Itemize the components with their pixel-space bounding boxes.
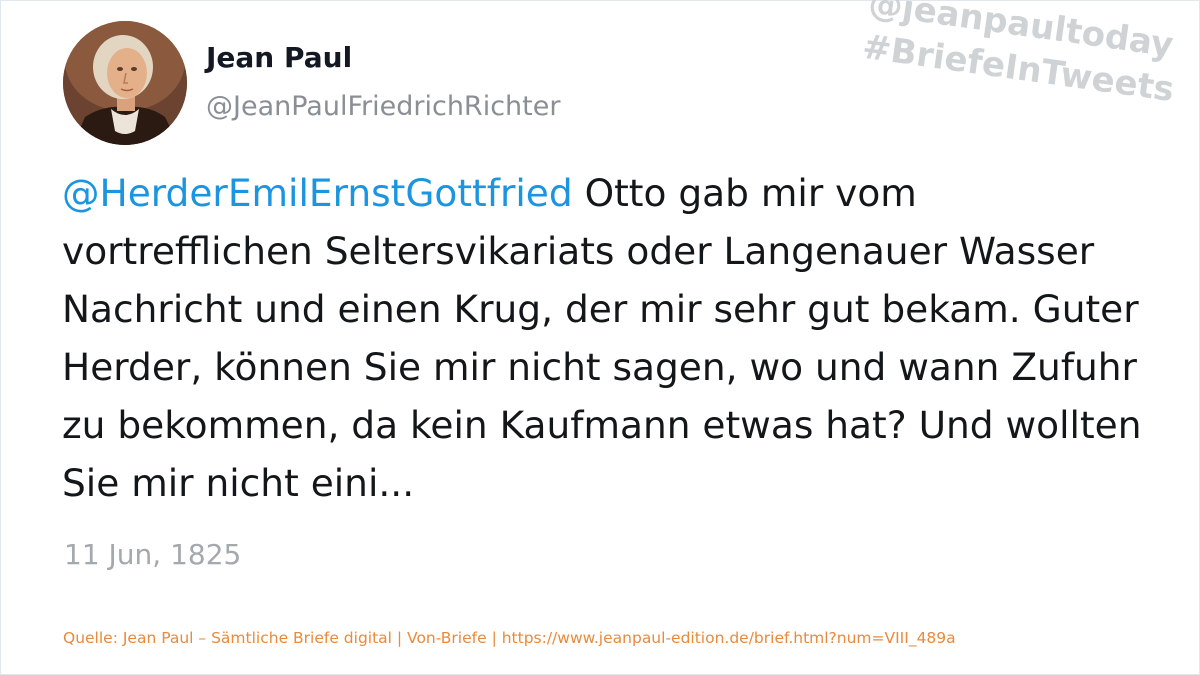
source-citation: Quelle: Jean Paul – Sämtliche Briefe dig… bbox=[63, 629, 956, 647]
tweet-date[interactable]: 11 Jun, 1825 bbox=[64, 538, 241, 571]
tweet-text: @HerderEmilErnstGottfried Otto gab mir v… bbox=[62, 164, 1152, 512]
tweet-body: Otto gab mir vom vortrefflichen Seltersv… bbox=[62, 171, 1142, 505]
author-handle[interactable]: @JeanPaulFriedrichRichter bbox=[206, 91, 560, 122]
tweet-card: Jean Paul @JeanPaulFriedrichRichter @jea… bbox=[0, 0, 1200, 675]
mention-link[interactable]: @HerderEmilErnstGottfried bbox=[62, 171, 573, 215]
portrait-image bbox=[63, 21, 187, 145]
author-name[interactable]: Jean Paul bbox=[206, 41, 352, 74]
avatar[interactable] bbox=[63, 21, 187, 145]
watermark: @jeanpaultoday #BriefeInTweets bbox=[860, 0, 1177, 110]
